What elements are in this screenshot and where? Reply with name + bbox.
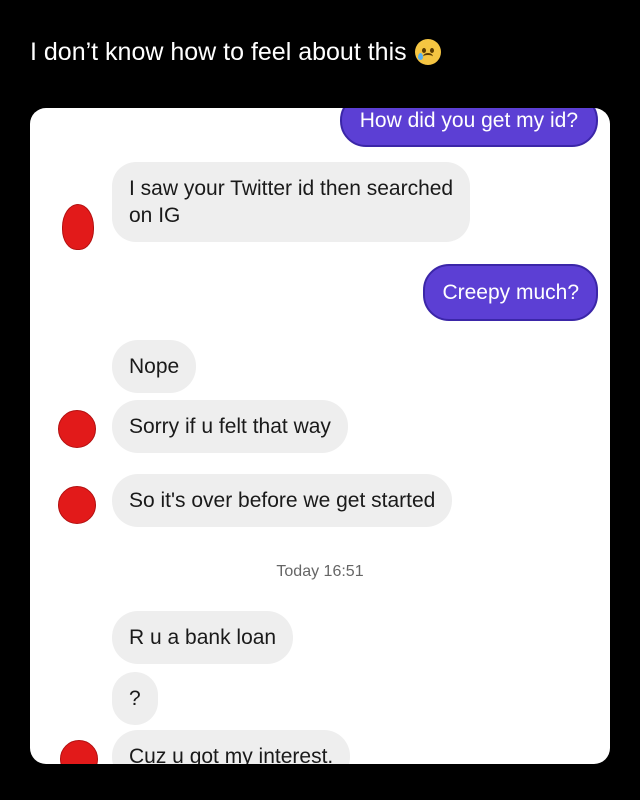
post-caption: I don’t know how to feel about this (30, 36, 441, 68)
message-received-how-found[interactable]: I saw your Twitter id then searched on I… (112, 162, 471, 242)
message-line: I saw your Twitter id then searched (129, 177, 454, 200)
avatar-redacted-icon (58, 410, 96, 448)
chat-screenshot: How did you get my id? I saw your Twitte… (30, 108, 610, 764)
message-received-question-mark[interactable]: ? (112, 672, 158, 725)
avatar-redacted-icon (58, 486, 96, 524)
avatar-redacted-icon (60, 740, 98, 764)
face-holding-back-tears-icon (414, 39, 441, 65)
message-received-bank-loan[interactable]: R u a bank loan (112, 611, 294, 664)
message-line: on IG (129, 204, 181, 227)
message-sent-creepy[interactable]: Creepy much? (423, 264, 598, 321)
caption-text: I don’t know how to feel about this (30, 38, 407, 66)
message-received-nope[interactable]: Nope (112, 340, 197, 393)
message-received-over[interactable]: So it's over before we get started (112, 474, 453, 527)
message-timestamp: Today 16:51 (276, 563, 364, 580)
avatar-redacted-icon (62, 204, 94, 250)
message-received-interest[interactable]: Cuz u got my interest. (112, 730, 351, 764)
message-sent-id-question[interactable]: How did you get my id? (339, 108, 598, 147)
message-received-sorry[interactable]: Sorry if u felt that way (112, 400, 348, 453)
